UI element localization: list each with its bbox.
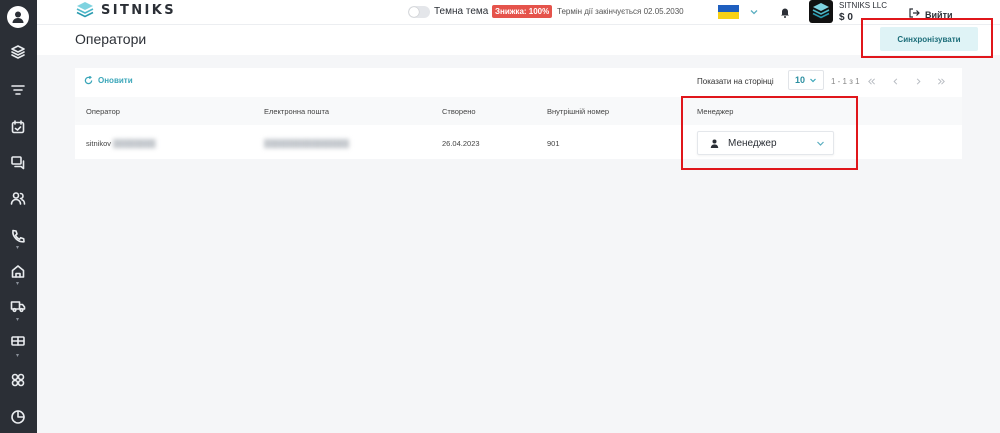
layers-icon[interactable] — [9, 43, 27, 61]
logo-icon — [76, 2, 94, 18]
dark-theme-toggle[interactable] — [408, 6, 430, 18]
brand-logo[interactable]: SITNIKS — [75, 1, 176, 19]
phone-icon[interactable] — [9, 227, 27, 245]
highlight-box — [681, 96, 858, 170]
company-logo[interactable] — [809, 0, 833, 23]
caret-down-icon: ▾ — [16, 317, 20, 323]
refresh-icon — [84, 76, 93, 85]
last-page-icon[interactable] — [935, 75, 947, 87]
next-page-icon[interactable] — [912, 75, 924, 87]
refresh-label: Оновити — [98, 76, 133, 85]
refresh-button[interactable]: Оновити — [84, 76, 133, 85]
operator-login: sitnikov — [86, 139, 112, 148]
caret-down-icon: ▾ — [16, 281, 20, 287]
home-icon[interactable] — [9, 262, 27, 280]
calendar-icon[interactable] — [9, 118, 27, 136]
users-icon[interactable] — [9, 189, 27, 207]
extension-number: 901 — [547, 139, 560, 148]
caret-down-icon: ▾ — [16, 245, 20, 251]
discount-badge: Знижка: 100% — [492, 5, 553, 18]
language-flag-icon[interactable] — [718, 5, 739, 19]
per-page-label: Показати на сторінці — [697, 77, 774, 86]
brand-name: SITNIKS — [101, 2, 177, 18]
company-logo-icon — [812, 3, 830, 19]
column-header-email[interactable]: Електронна пошта — [264, 107, 329, 116]
chevron-down-icon[interactable] — [748, 5, 760, 17]
account-balance: $ 0 — [839, 12, 853, 23]
column-header-created[interactable]: Створено — [442, 107, 476, 116]
first-page-icon[interactable] — [865, 75, 877, 87]
filter-icon[interactable] — [9, 81, 27, 99]
subscription-term: Термін дії закінчується 02.05.2030 — [557, 7, 684, 16]
caret-down-icon: ▾ — [16, 353, 20, 359]
per-page-select[interactable]: 10 — [788, 70, 824, 90]
dark-theme-label: Темна тема — [434, 6, 489, 17]
chevron-down-icon — [810, 78, 816, 83]
truck-icon[interactable] — [9, 297, 27, 315]
prev-page-icon[interactable] — [889, 75, 901, 87]
sidebar: ▾ ▾ ▾ ▾ — [0, 0, 37, 433]
column-header-operator[interactable]: Оператор — [86, 107, 120, 116]
ticket-icon[interactable] — [9, 332, 27, 350]
page-title: Оператори — [75, 31, 147, 47]
created-date: 26.04.2023 — [442, 139, 480, 148]
per-page-value: 10 — [794, 75, 805, 85]
user-avatar-icon[interactable] — [7, 6, 29, 28]
operator-name-redacted: ████████ — [111, 139, 156, 148]
integrations-icon[interactable] — [9, 371, 27, 389]
chat-icon[interactable] — [9, 153, 27, 171]
operator-name: sitnikov ████████ — [86, 139, 156, 148]
operator-email-redacted: ████████████████ — [264, 139, 350, 148]
stats-icon[interactable] — [9, 408, 27, 426]
notifications-bell-icon[interactable] — [779, 5, 792, 18]
highlight-box — [861, 18, 993, 58]
page-header — [37, 24, 1000, 55]
column-header-extension[interactable]: Внутрішній номер — [547, 107, 609, 116]
company-name[interactable]: SITNIKS LLC — [839, 1, 887, 10]
page-range: 1 - 1 з 1 — [831, 77, 860, 86]
